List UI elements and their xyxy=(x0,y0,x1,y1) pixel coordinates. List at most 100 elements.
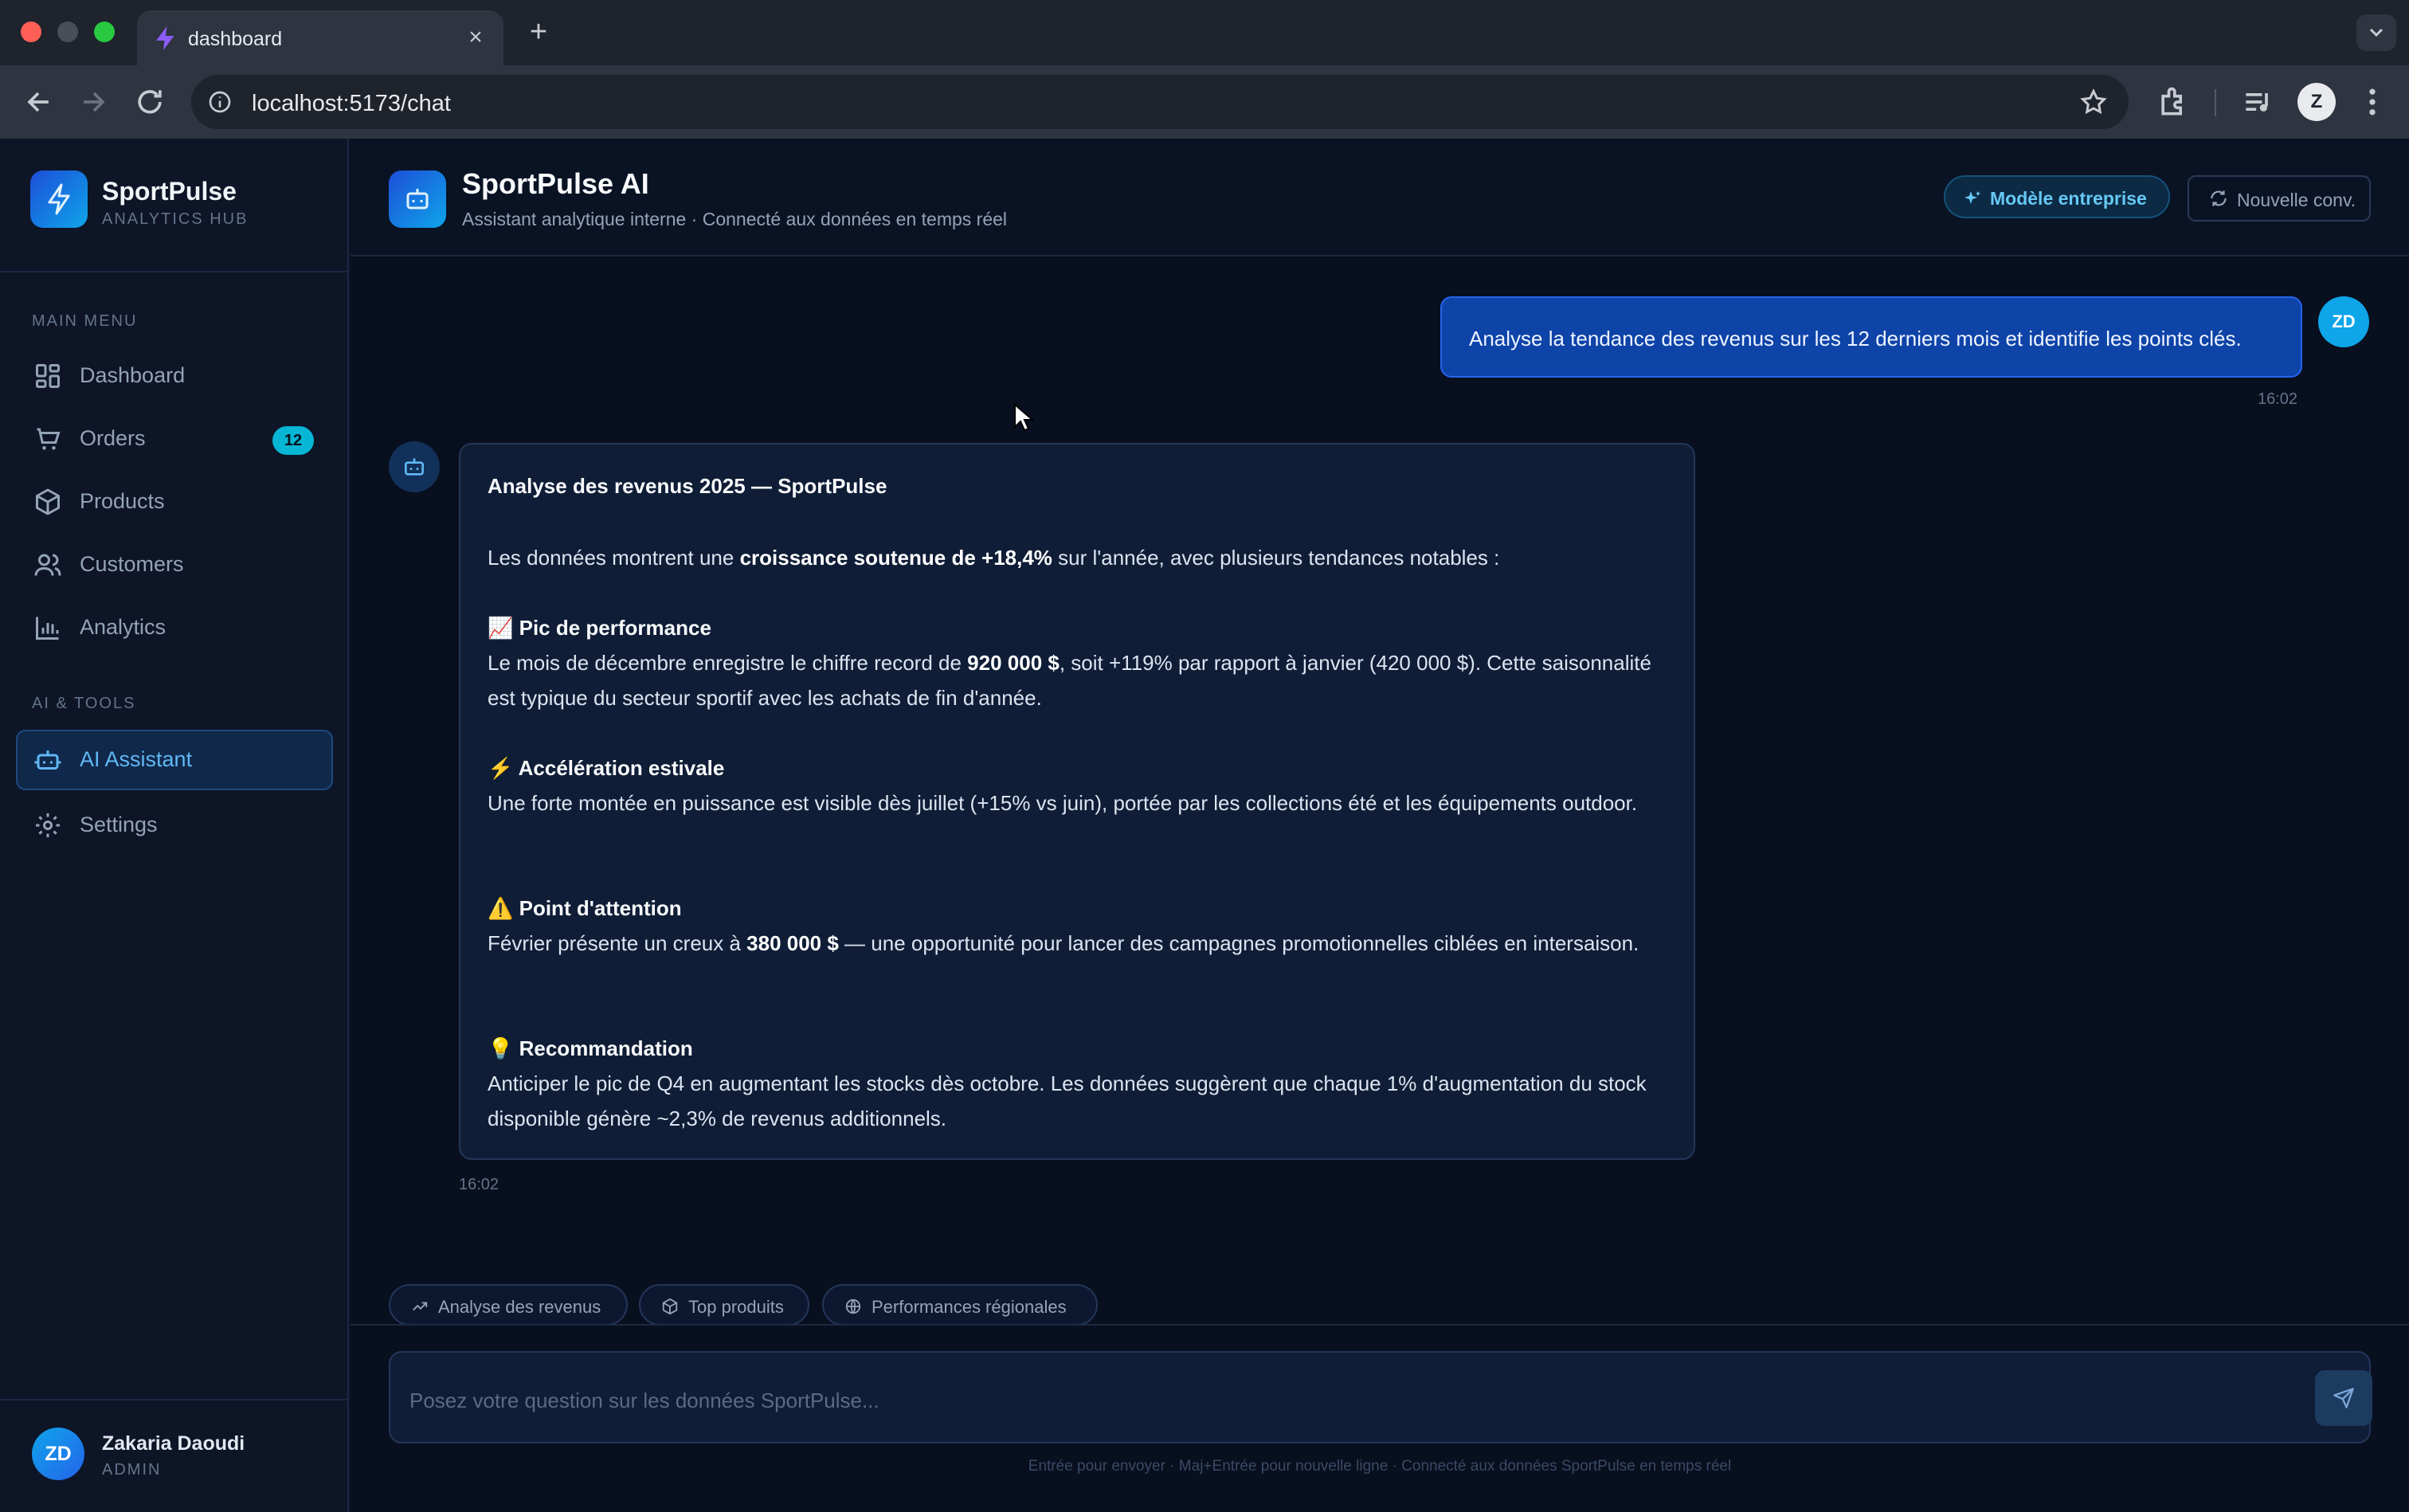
grid-icon xyxy=(36,364,60,388)
kebab-menu-icon[interactable] xyxy=(2355,84,2390,119)
back-arrow-icon[interactable] xyxy=(21,84,56,119)
sidebar-divider xyxy=(0,271,347,272)
media-control-icon[interactable] xyxy=(2240,84,2275,119)
trending-up-icon xyxy=(413,1302,428,1311)
avatar: ZD xyxy=(32,1428,84,1480)
chat-header: SportPulse AI Assistant analytique inter… xyxy=(351,139,2409,257)
sidebar-item-analytics[interactable]: Analytics xyxy=(16,597,333,658)
user-role: ADMIN xyxy=(102,1461,162,1479)
profile-avatar[interactable]: Z xyxy=(2297,83,2336,121)
composer-divider xyxy=(351,1324,2409,1326)
section-text-performance: Le mois de décembre enregistre le chiffr… xyxy=(488,651,1651,710)
new-conversation-button[interactable]: Nouvelle conv. xyxy=(2188,175,2371,221)
bolt-icon xyxy=(156,26,174,50)
bot-icon xyxy=(406,189,429,210)
page-title: SportPulse AI xyxy=(462,167,649,200)
suggestion-label: Analyse des revenus xyxy=(438,1297,601,1317)
box-icon xyxy=(36,488,60,515)
suggestion-chip-regional[interactable]: Performances régionales xyxy=(822,1284,1098,1326)
user-name: Zakaria Daoudi xyxy=(102,1432,245,1455)
suggestion-chip-top-products[interactable]: Top produits xyxy=(639,1284,809,1326)
sidebar-item-label: AI Assistant xyxy=(80,747,193,771)
section-text-summer: Une forte montée en puissance est visibl… xyxy=(488,791,1638,815)
assistant-intro-paragraph: Les données montrent une croissance sout… xyxy=(488,546,1500,570)
sidebar-item-customers[interactable]: Customers xyxy=(16,535,333,595)
assistant-logo xyxy=(389,170,446,228)
composer-hint: Entrée pour envoyer · Maj+Entrée pour no… xyxy=(1028,1458,1732,1475)
close-window-button[interactable] xyxy=(21,22,41,42)
chat-main: SportPulse AI Assistant analytique inter… xyxy=(351,139,2409,1512)
tab-title: dashboard xyxy=(188,28,283,50)
new-tab-button[interactable]: + xyxy=(523,16,554,48)
message-timestamp: 16:02 xyxy=(2258,390,2298,408)
maximize-window-button[interactable] xyxy=(94,22,115,42)
close-tab-icon[interactable]: × xyxy=(462,24,489,51)
sidebar-item-ai-assistant[interactable]: AI Assistant xyxy=(16,730,333,790)
section-label-ai: AI & TOOLS xyxy=(32,695,136,712)
section-heading-recommendation: 💡 Recommandation xyxy=(488,1036,693,1060)
user-profile-card[interactable]: ZD Zakaria Daoudi ADMIN xyxy=(0,1399,347,1512)
send-icon xyxy=(2333,1388,2354,1408)
globe-icon xyxy=(845,1299,861,1314)
minimize-window-button[interactable] xyxy=(57,22,78,42)
brand-logo xyxy=(30,170,88,228)
toolbar-separator xyxy=(2215,89,2216,116)
gear-icon xyxy=(36,813,60,837)
sidebar-item-dashboard[interactable]: Dashboard xyxy=(16,346,333,406)
forward-arrow-icon[interactable] xyxy=(76,84,112,119)
section-heading-attention: ⚠️ Point d'attention xyxy=(488,896,682,920)
sparkles-icon xyxy=(1964,191,1980,204)
mouse-cursor-icon xyxy=(1014,403,1034,432)
assistant-avatar xyxy=(389,441,440,492)
sidebar-item-settings[interactable]: Settings xyxy=(16,795,333,856)
user-message-bubble: Analyse la tendance des revenus sur les … xyxy=(1440,296,2302,378)
browser-toolbar: localhost:5173/chat Z xyxy=(0,65,2409,139)
brand-subtitle: ANALYTICS HUB xyxy=(102,210,249,228)
assistant-message-bubble: Analyse des revenus 2025 — SportPulse Le… xyxy=(459,443,1695,1160)
enterprise-model-button[interactable]: Modèle entreprise xyxy=(1944,175,2170,218)
cart-icon xyxy=(37,428,61,450)
site-info-icon[interactable] xyxy=(207,89,233,115)
address-bar[interactable]: localhost:5173/chat xyxy=(191,75,2129,129)
extensions-puzzle-icon[interactable] xyxy=(2156,84,2191,119)
sidebar: SportPulse ANALYTICS HUB MAIN MENU Dashb… xyxy=(0,139,349,1512)
reload-icon[interactable] xyxy=(132,84,167,119)
browser-tab[interactable]: dashboard × xyxy=(137,10,503,65)
sidebar-item-label: Analytics xyxy=(80,615,166,639)
url-text: localhost:5173/chat xyxy=(252,91,451,116)
send-button[interactable] xyxy=(2315,1370,2372,1426)
tab-search-button[interactable] xyxy=(2356,14,2396,51)
new-conversation-label: Nouvelle conv. xyxy=(2237,190,2356,210)
bookmark-star-icon[interactable] xyxy=(2079,88,2108,116)
enterprise-model-label: Modèle entreprise xyxy=(1990,188,2147,209)
suggestion-chip-revenue[interactable]: Analyse des revenus xyxy=(389,1284,628,1326)
avatar: ZD xyxy=(2318,296,2369,347)
chevron-down-icon xyxy=(2369,28,2384,37)
brand-name: SportPulse xyxy=(102,177,237,206)
user-message-text: Analyse la tendance des revenus sur les … xyxy=(1469,327,2242,351)
bolt-icon xyxy=(48,183,70,215)
sidebar-item-label: Settings xyxy=(80,813,158,836)
message-input[interactable] xyxy=(409,1385,2282,1416)
users-icon xyxy=(34,554,61,576)
section-heading-summer: ⚡ Accélération estivale xyxy=(488,756,725,780)
browser-tab-strip: dashboard × + xyxy=(0,0,2409,65)
sidebar-item-products[interactable]: Products xyxy=(16,472,333,532)
message-timestamp: 16:02 xyxy=(459,1176,499,1193)
section-text-attention: Février présente un creux à 380 000 $ — … xyxy=(488,931,1639,955)
refresh-icon xyxy=(2211,190,2227,206)
bot-icon xyxy=(405,458,424,476)
bar-chart-icon xyxy=(36,617,59,640)
section-label-main: MAIN MENU xyxy=(32,312,138,330)
assistant-message-title: Analyse des revenus 2025 — SportPulse xyxy=(488,474,887,498)
page-subtitle: Assistant analytique interne · Connecté … xyxy=(462,209,1008,229)
box-icon xyxy=(662,1298,678,1315)
sidebar-item-orders[interactable]: Orders 12 xyxy=(16,409,333,469)
bot-icon xyxy=(34,750,61,770)
sidebar-item-label: Orders xyxy=(80,426,146,450)
section-heading-performance: 📈 Pic de performance xyxy=(488,616,711,640)
suggestion-label: Performances régionales xyxy=(872,1297,1067,1317)
sidebar-item-label: Customers xyxy=(80,552,184,576)
orders-count-badge: 12 xyxy=(272,426,314,455)
sidebar-item-label: Dashboard xyxy=(80,363,186,387)
